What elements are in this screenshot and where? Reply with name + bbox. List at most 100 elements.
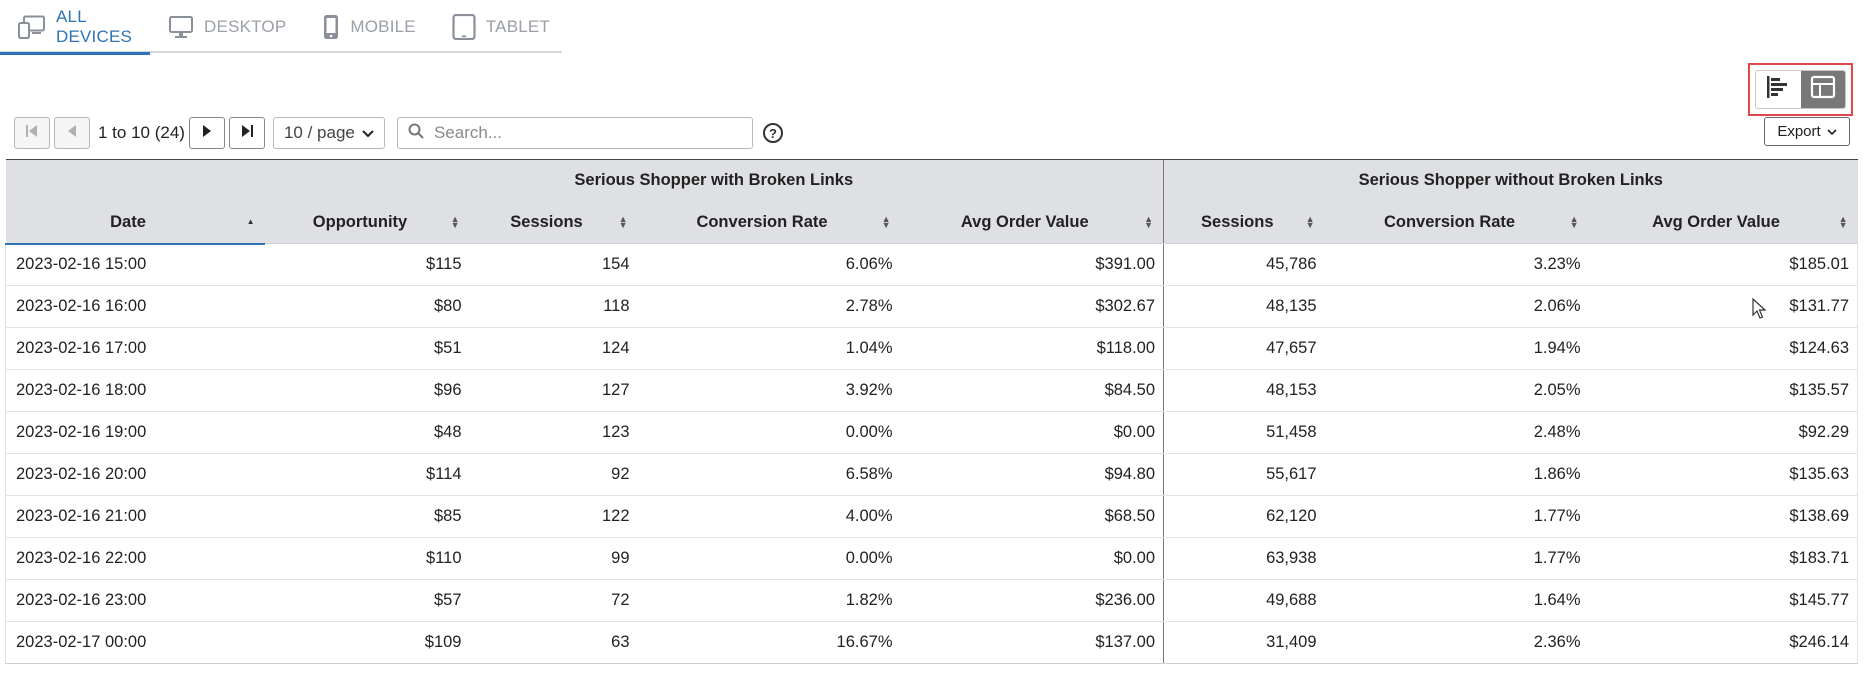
table-cell: $92.29 (1588, 411, 1859, 454)
table-cell: $0.00 (900, 537, 1164, 580)
table-cell: 1.77% (1324, 495, 1589, 538)
previous-page-button[interactable] (54, 117, 90, 149)
table-cell: 1.64% (1324, 579, 1589, 622)
table-row: 2023-02-16 23:00 $57 72 1.82% $236.00 49,688 1… (5, 579, 1859, 622)
sort-icon: ▲ ▼ (618, 214, 628, 231)
table-cell: 118 (469, 285, 638, 328)
tab-label: ALL DEVICES (56, 6, 133, 46)
table-cell: 16.67% (637, 621, 901, 664)
group-header-with-broken-links: Serious Shopper with Broken Links (264, 159, 1164, 202)
table-cell: $114 (264, 453, 470, 496)
column-header-conversion-rate-2[interactable]: Conversion Rate ▲ ▼ (1324, 201, 1589, 244)
table-cell: $80 (264, 285, 470, 328)
sort-icon: ▲ ▼ (881, 214, 891, 231)
table-row: 2023-02-16 18:00 $96 127 3.92% $84.50 48,153 2… (5, 369, 1859, 412)
table-cell: 31,409 (1163, 621, 1325, 664)
table-toolbar: 1 to 10 (24) 10 / page ? (14, 117, 783, 149)
last-page-button[interactable] (228, 117, 265, 149)
chart-view-button[interactable] (1756, 71, 1801, 108)
help-icon[interactable]: ? (762, 123, 783, 143)
column-header-avg-order-value[interactable]: Avg Order Value ▲ ▼ (900, 201, 1164, 244)
table-cell: 154 (469, 243, 638, 286)
column-header-avg-order-value-2[interactable]: Avg Order Value ▲ ▼ (1588, 201, 1858, 244)
first-page-button[interactable] (14, 117, 50, 149)
tab-tablet[interactable]: TABLET (434, 0, 568, 53)
table-cell: 63,938 (1163, 537, 1325, 580)
table-cell: $96 (264, 369, 470, 412)
group-header-row: Serious Shopper with Broken Links Seriou… (5, 159, 1858, 202)
table-cell: 1.77% (1324, 537, 1589, 580)
column-label: Sessions (510, 212, 583, 231)
table-cell: $185.01 (1588, 243, 1859, 286)
tab-desktop[interactable]: DESKTOP (150, 0, 304, 53)
chevron-down-icon (1827, 123, 1837, 140)
sort-ascending-icon: ▲ (246, 217, 255, 226)
pagination-range: 1 to 10 (24) (98, 123, 185, 142)
table-row: 2023-02-16 17:00 $51 124 1.04% $118.00 47,657… (5, 327, 1859, 370)
tab-all-devices[interactable]: ALL DEVICES (0, 0, 151, 55)
table-cell: 123 (469, 411, 638, 454)
table-cell: 6.58% (637, 453, 901, 496)
table-cell: 2023-02-16 23:00 (5, 579, 265, 622)
all-devices-icon (18, 15, 46, 39)
table-cell: 0.00% (637, 537, 901, 580)
tab-label: DESKTOP (204, 16, 287, 36)
table-cell: 2.05% (1324, 369, 1589, 412)
table-cell: 2023-02-16 15:00 (5, 243, 265, 286)
next-page-button[interactable] (188, 117, 225, 149)
table-cell: 4.00% (637, 495, 901, 538)
search-box[interactable] (396, 117, 753, 149)
column-header-sessions[interactable]: Sessions ▲ ▼ (469, 201, 638, 244)
table-row: 2023-02-16 21:00 $85 122 4.00% $68.50 62,120 1… (5, 495, 1859, 538)
table-cell: 2.06% (1324, 285, 1589, 328)
column-header-conversion-rate[interactable]: Conversion Rate ▲ ▼ (637, 201, 901, 244)
table-cell: 72 (469, 579, 638, 622)
table-cell: $115 (264, 243, 470, 286)
table-body: 2023-02-16 15:00 $115 154 6.06% $391.00 45,78… (5, 243, 1859, 664)
table-row: 2023-02-16 22:00 $110 99 0.00% $0.00 63,938 1.… (5, 537, 1859, 580)
table-cell: 45,786 (1163, 243, 1325, 286)
tab-mobile[interactable]: MOBILE (304, 0, 433, 53)
table-view-button[interactable] (1800, 71, 1845, 108)
table-cell: $110 (264, 537, 470, 580)
table-cell: 3.92% (637, 369, 901, 412)
table-cell: $145.77 (1588, 579, 1859, 622)
export-button[interactable]: Export (1764, 117, 1850, 146)
table-cell: $109 (264, 621, 470, 664)
first-page-icon (24, 124, 40, 143)
column-header-opportunity[interactable]: Opportunity ▲ ▼ (264, 201, 470, 244)
page-size-select[interactable]: 10 / page (272, 117, 385, 149)
column-label: Avg Order Value (1652, 212, 1780, 231)
table-cell: 2023-02-16 22:00 (5, 537, 265, 580)
search-input[interactable] (433, 123, 734, 143)
table-row: 2023-02-16 19:00 $48 123 0.00% $0.00 51,458 2.… (5, 411, 1859, 454)
sort-icon: ▲ ▼ (1305, 214, 1315, 231)
last-page-icon (239, 124, 255, 143)
column-label: Conversion Rate (1383, 212, 1516, 231)
table-cell: 2023-02-16 18:00 (5, 369, 265, 412)
bar-chart-icon (1765, 75, 1791, 104)
table-cell: 55,617 (1163, 453, 1325, 496)
data-table: Serious Shopper with Broken Links Seriou… (5, 159, 1859, 664)
table-cell: $124.63 (1588, 327, 1859, 370)
table-cell: $137.00 (900, 621, 1164, 664)
table-cell: 127 (469, 369, 638, 412)
column-header-date[interactable]: Date ▲ (5, 201, 265, 245)
export-label: Export (1777, 123, 1821, 140)
table-cell: 122 (469, 495, 638, 538)
column-label: Conversion Rate (696, 212, 828, 231)
tablet-icon (452, 13, 476, 40)
table-cell: 124 (469, 327, 638, 370)
table-cell: $246.14 (1588, 621, 1859, 664)
column-header-sessions-2[interactable]: Sessions ▲ ▼ (1163, 201, 1325, 244)
table-cell: $131.77 (1588, 285, 1859, 328)
desktop-icon (168, 15, 194, 39)
table-cell: $302.67 (900, 285, 1164, 328)
next-page-icon (200, 124, 214, 143)
column-header-row: Date ▲ Opportunity ▲ ▼ Sessions ▲ ▼ Conversio… (5, 201, 1858, 245)
table-cell: 6.06% (637, 243, 901, 286)
group-header-without-broken-links: Serious Shopper without Broken Links (1163, 159, 1858, 202)
table-cell: $138.69 (1588, 495, 1859, 538)
table-cell: 63 (469, 621, 638, 664)
mouse-cursor-icon (1752, 297, 1768, 325)
